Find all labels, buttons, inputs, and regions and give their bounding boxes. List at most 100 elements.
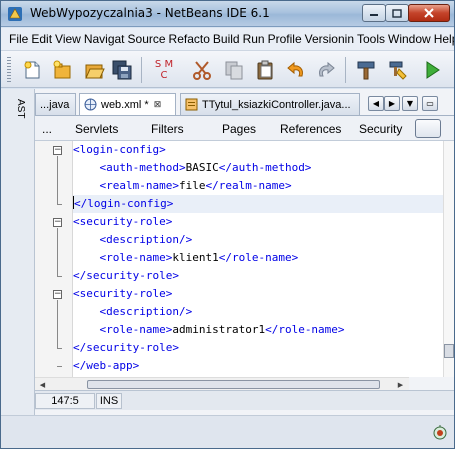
view-more[interactable]: ...	[42, 122, 52, 136]
xml-open-tag: <description/>	[99, 233, 193, 246]
build-icon	[357, 61, 375, 80]
show-documents-button[interactable]: ▼	[402, 96, 418, 111]
maximize-button[interactable]	[385, 4, 409, 22]
tab-label: TTytul_ksiazkiController.java...	[202, 98, 351, 111]
title-bar[interactable]: WebWypozyczalnia3 - NetBeans IDE 6.1	[1, 1, 454, 27]
code-line[interactable]: <description/>	[73, 231, 443, 249]
open-project-button[interactable]	[81, 57, 107, 83]
code-line[interactable]: <role-name>administrator1</role-name>	[73, 321, 443, 339]
clean-build-button[interactable]	[385, 57, 411, 83]
code-line[interactable]: <description/>	[73, 303, 443, 321]
save-all-button[interactable]	[109, 57, 135, 83]
xml-view-toggle[interactable]	[415, 119, 441, 138]
cut-button[interactable]	[189, 57, 215, 83]
netbeans-app-icon	[8, 7, 22, 21]
ast-side-tab[interactable]: AST	[10, 99, 26, 129]
code-line[interactable]: <login-config>	[73, 141, 443, 159]
scroll-left-arrow-icon[interactable]: ◀	[37, 379, 48, 390]
insert-mode: INS	[96, 393, 122, 409]
xml-open-tag: <description/>	[99, 305, 193, 318]
close-icon	[424, 8, 434, 18]
vertical-scroll-thumb[interactable]	[444, 344, 454, 358]
code-line[interactable]: <security-role>	[73, 285, 443, 303]
window-title: WebWypozyczalnia3 - NetBeans IDE 6.1	[30, 6, 270, 20]
menu-navigate[interactable]: Navigat	[84, 32, 125, 46]
code-line[interactable]: </security-role>	[73, 267, 443, 285]
redo-button[interactable]	[313, 57, 339, 83]
main-toolbar: S M C	[1, 50, 454, 88]
menu-refactor[interactable]: Refacto	[169, 32, 210, 46]
menu-help[interactable]: Help	[434, 32, 454, 46]
exception-bug-icon[interactable]	[432, 424, 448, 440]
xml-close-tag: </realm-name>	[205, 179, 292, 192]
code-area[interactable]: <login-config> <auth-method>BASIC</auth-…	[73, 141, 443, 377]
cut-icon	[193, 61, 211, 80]
copy-button[interactable]	[221, 57, 247, 83]
view-bar: ... Servlets Filters Pages References Se…	[35, 115, 454, 141]
toolbar-grip[interactable]	[7, 57, 11, 83]
menu-tools[interactable]: Tools	[357, 32, 385, 46]
menu-edit[interactable]: Edit	[31, 32, 52, 46]
toolbar-separator-2	[345, 57, 346, 83]
build-button[interactable]	[353, 57, 379, 83]
view-filters[interactable]: Filters	[151, 122, 184, 136]
tab-controller-java[interactable]: TTytul_ksiazkiController.java...	[180, 93, 360, 115]
code-line[interactable]: <auth-method>BASIC</auth-method>	[73, 159, 443, 177]
xml-text-value: BASIC	[185, 161, 219, 174]
menu-run[interactable]: Run	[243, 32, 265, 46]
view-pages[interactable]: Pages	[222, 122, 256, 136]
vertical-scrollbar[interactable]	[443, 141, 454, 377]
code-line[interactable]: <realm-name>file</realm-name>	[73, 177, 443, 195]
view-servlets[interactable]: Servlets	[75, 122, 118, 136]
fold-guide	[57, 156, 58, 204]
scroll-tabs-left-button[interactable]: ◀	[368, 96, 384, 111]
new-project-button[interactable]	[49, 57, 75, 83]
menu-versioning[interactable]: Versionin	[305, 32, 354, 46]
scroll-right-arrow-icon[interactable]: ▶	[395, 379, 406, 390]
undo-button[interactable]	[283, 57, 309, 83]
menu-profile[interactable]: Profile	[268, 32, 302, 46]
menu-source[interactable]: Source	[128, 32, 166, 46]
chevron-left-icon: ◀	[372, 99, 380, 108]
fold-guide	[57, 300, 58, 348]
fold-toggle[interactable]: −	[53, 290, 62, 299]
menu-file[interactable]: File	[9, 32, 28, 46]
run-button[interactable]	[419, 57, 445, 83]
xml-open-tag: </security-role>	[73, 269, 179, 282]
scroll-tabs-right-button[interactable]: ▶	[384, 96, 400, 111]
horizontal-scroll-thumb[interactable]	[87, 380, 380, 389]
code-line[interactable]: <role-name>klient1</role-name>	[73, 249, 443, 267]
code-editor[interactable]: − − − <login-config> <auth-method>BASIC<…	[35, 141, 454, 377]
fold-toggle[interactable]: −	[53, 218, 62, 227]
maximize-editor-button[interactable]: ▭	[422, 96, 438, 111]
close-button[interactable]	[408, 4, 450, 22]
menu-view[interactable]: View	[55, 32, 81, 46]
tab-web-xml[interactable]: web.xml * ⊠	[79, 93, 176, 115]
code-line[interactable]: </security-role>	[73, 339, 443, 357]
code-line[interactable]: <security-role>	[73, 213, 443, 231]
minimize-button[interactable]	[362, 4, 386, 22]
editor-status-bar: 147:5 INS	[35, 390, 454, 410]
tab-java[interactable]: ...java	[35, 93, 76, 115]
view-security[interactable]: Security	[359, 122, 402, 136]
view-references[interactable]: References	[280, 122, 341, 136]
ide-window: WebWypozyczalnia3 - NetBeans IDE 6.1 Fil…	[0, 0, 455, 449]
paste-button[interactable]	[252, 57, 278, 83]
line-gutter: − − −	[35, 141, 73, 377]
fold-guide-end	[57, 276, 62, 277]
smc-button[interactable]: S M C	[151, 57, 177, 83]
new-file-button[interactable]	[19, 57, 45, 83]
xml-open-tag: </security-role>	[73, 341, 179, 354]
menu-build[interactable]: Build	[213, 32, 240, 46]
fold-toggle[interactable]: −	[53, 146, 62, 155]
code-line[interactable]: </web-app>	[73, 357, 443, 375]
xml-open-tag: <auth-method>	[99, 161, 186, 174]
xml-file-icon	[84, 98, 97, 111]
tab-close-icon[interactable]: ⊠	[154, 99, 162, 110]
code-line[interactable]: </login-config>	[73, 195, 443, 213]
tab-label: web.xml *	[101, 98, 149, 111]
horizontal-scrollbar[interactable]: ◀ ▶	[35, 377, 409, 390]
menu-window[interactable]: Window	[388, 32, 431, 46]
redo-icon	[319, 61, 335, 77]
